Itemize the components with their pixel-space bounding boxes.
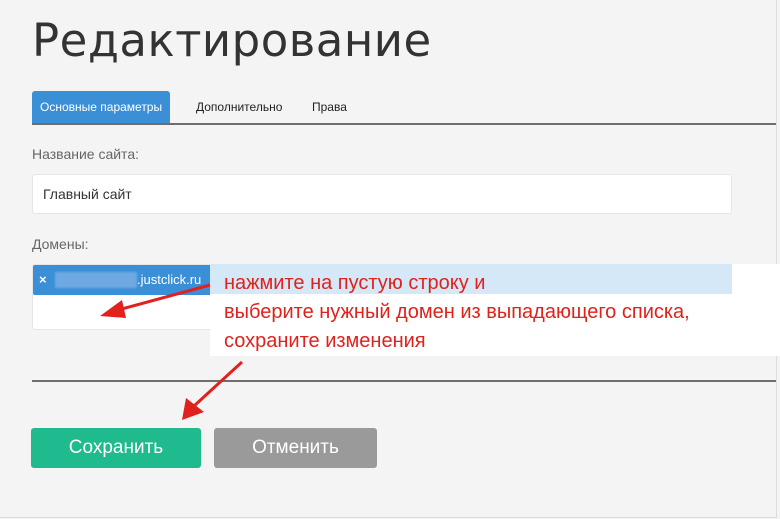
site-name-label: Название сайта: <box>32 146 139 162</box>
remove-domain-icon[interactable]: × <box>39 265 47 295</box>
save-button[interactable]: Сохранить <box>31 428 201 468</box>
tab-main-settings[interactable]: Основные параметры <box>32 91 171 123</box>
page-title: Редактирование <box>32 14 432 67</box>
tab-rights[interactable]: Права <box>304 91 355 123</box>
domain-chip: × .justclick.ru <box>33 265 211 295</box>
form-divider <box>32 380 776 382</box>
tab-bar: Основные параметры Дополнительно Права <box>32 91 776 125</box>
cancel-button[interactable]: Отменить <box>214 428 377 468</box>
tab-additional[interactable]: Дополнительно <box>188 91 290 123</box>
redacted-subdomain <box>55 272 137 288</box>
annotation-text: нажмите на пустую строку и выберите нужн… <box>224 272 690 352</box>
site-name-input[interactable]: Главный сайт <box>32 174 732 214</box>
domain-chip-text: .justclick.ru <box>137 272 202 287</box>
edit-page: Редактирование Основные параметры Дополн… <box>0 0 780 518</box>
domains-label: Домены: <box>32 236 89 252</box>
annotation-note: нажмите на пустую строку и выберите нужн… <box>210 264 780 356</box>
arrow-to-save-icon <box>182 360 244 420</box>
